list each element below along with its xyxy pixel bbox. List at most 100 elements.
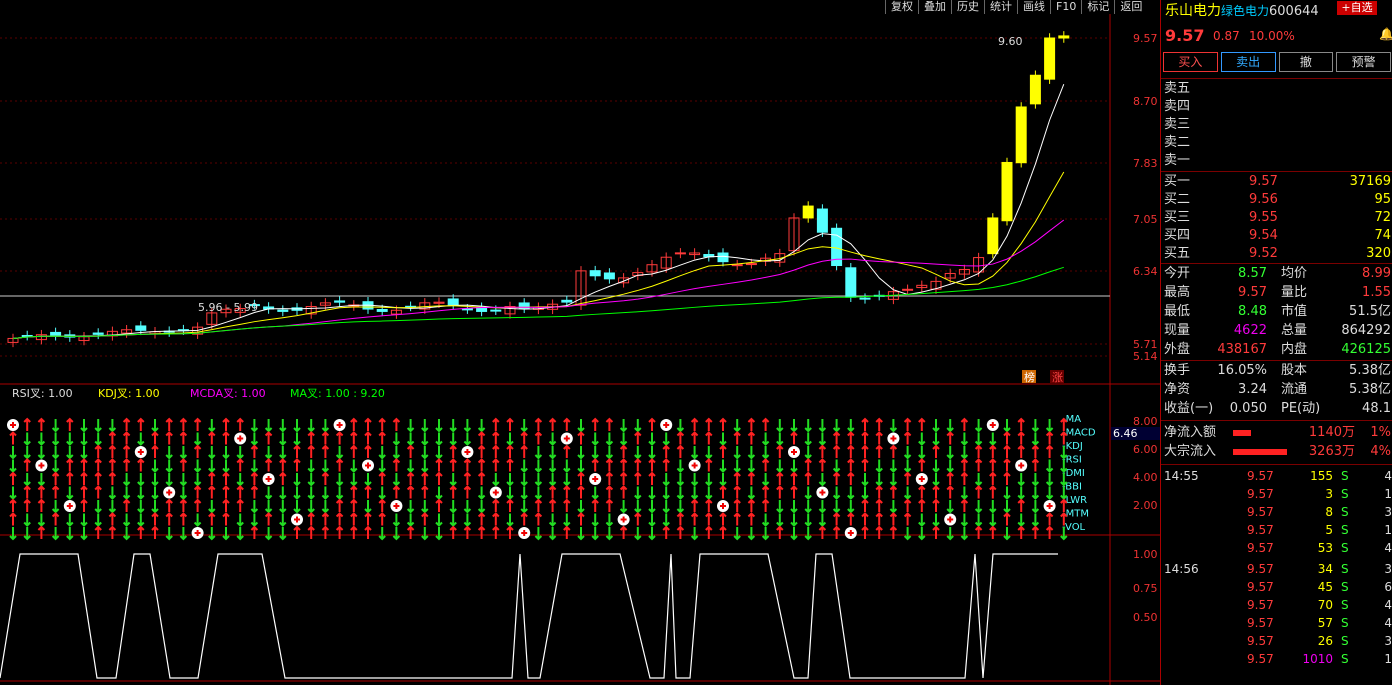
add-watchlist-button[interactable]: +自选 bbox=[1337, 1, 1377, 15]
alert-button[interactable]: 预警 bbox=[1336, 52, 1391, 72]
bid-row: 买三 9.55 72 bbox=[1161, 209, 1392, 227]
toolbar-button-6[interactable]: 标记 bbox=[1081, 0, 1115, 14]
candle-body bbox=[1015, 106, 1027, 164]
signal-up-arrow bbox=[37, 485, 46, 499]
signal-up-arrow bbox=[520, 512, 528, 526]
toolbar-button-4[interactable]: 画线 bbox=[1017, 0, 1050, 14]
signal-up-arrow bbox=[165, 498, 173, 512]
signal-up-arrow bbox=[903, 471, 912, 485]
signal-down-arrow bbox=[676, 473, 685, 487]
signal-down-arrow bbox=[137, 500, 145, 514]
signal-down-arrow bbox=[946, 419, 954, 433]
stat-value: 5.38亿 bbox=[1349, 363, 1391, 378]
sell-button[interactable]: 卖出 bbox=[1220, 52, 1276, 72]
tick-side: S bbox=[1341, 562, 1349, 576]
signal-down-arrow bbox=[406, 432, 415, 446]
signal-down-arrow bbox=[406, 419, 415, 433]
signal-down-arrow bbox=[520, 459, 528, 473]
signal-up-arrow bbox=[321, 444, 330, 458]
stat-label: 总量 bbox=[1281, 323, 1308, 338]
signal-up-arrow bbox=[279, 458, 287, 472]
flow-bar bbox=[1233, 430, 1251, 436]
signal-down-arrow bbox=[392, 513, 401, 527]
signal-down-arrow bbox=[179, 486, 188, 500]
signal-down-arrow bbox=[1003, 500, 1011, 514]
signal-up-arrow bbox=[492, 417, 500, 431]
signal-down-arrow bbox=[335, 473, 344, 487]
signal-down-arrow bbox=[250, 500, 259, 514]
signal-up-arrow bbox=[903, 431, 912, 445]
signal-down-arrow bbox=[293, 419, 301, 433]
toolbar-button-1[interactable]: 叠加 bbox=[918, 0, 951, 14]
signal-down-arrow bbox=[250, 432, 259, 446]
signal-up-arrow bbox=[918, 485, 926, 499]
candle-body bbox=[987, 217, 999, 255]
tick-volume: 34 bbox=[1317, 562, 1333, 576]
toolbar-button-5[interactable]: F10 bbox=[1050, 0, 1082, 14]
signal-down-arrow bbox=[676, 459, 685, 473]
tick-row: 9.57 1010 S 1 bbox=[1161, 650, 1392, 668]
signal-up-arrow bbox=[1017, 525, 1025, 539]
signal-down-arrow bbox=[903, 459, 912, 473]
signal-down-arrow bbox=[974, 419, 983, 433]
signal-down-arrow bbox=[832, 486, 841, 500]
price-axis-label: 7.05 bbox=[1133, 213, 1158, 226]
toolbar-button-3[interactable]: 统计 bbox=[984, 0, 1017, 14]
tick-side: S bbox=[1341, 634, 1349, 648]
signal-down-arrow bbox=[335, 486, 344, 500]
tick-side: S bbox=[1341, 523, 1349, 537]
tick-side: S bbox=[1341, 652, 1349, 666]
signal-up-arrow bbox=[818, 458, 827, 472]
toolbar-button-0[interactable]: 复权 bbox=[885, 0, 918, 14]
signal-up-arrow bbox=[378, 431, 386, 445]
toolbar-button-2[interactable]: 历史 bbox=[951, 0, 984, 14]
signal-up-arrow bbox=[918, 417, 926, 431]
stat-value: 51.5亿 bbox=[1349, 304, 1391, 319]
signal-up-arrow bbox=[932, 525, 940, 539]
signal-down-arrow bbox=[421, 500, 429, 514]
tick-side: S bbox=[1341, 598, 1349, 612]
stat-value: 16.05% bbox=[1217, 363, 1267, 378]
tick-row: 14:55 9.57 155 S 4 bbox=[1161, 467, 1392, 485]
signal-down-arrow bbox=[776, 432, 784, 446]
signal-down-arrow bbox=[80, 446, 88, 460]
signal-down-arrow bbox=[506, 473, 514, 487]
signal-down-arrow bbox=[577, 446, 585, 460]
signal-down-arrow bbox=[492, 473, 500, 487]
signal-up-arrow bbox=[690, 417, 699, 431]
signal-up-arrow bbox=[66, 458, 74, 472]
stat-label: 流通 bbox=[1281, 382, 1308, 397]
signal-down-arrow bbox=[421, 446, 429, 460]
signal-down-arrow bbox=[619, 432, 628, 446]
stat-row: 最低 8.48 市值 51.5亿 bbox=[1161, 303, 1392, 321]
kline-chart-area[interactable]: 9.578.707.837.056.345.715.149.605.96 - 5… bbox=[0, 0, 1160, 685]
candle-body bbox=[745, 263, 757, 266]
toolbar-button-7[interactable]: 返回 bbox=[1114, 0, 1148, 14]
tick-row: 9.57 8 S 3 bbox=[1161, 503, 1392, 521]
signal-down-arrow bbox=[690, 473, 699, 487]
signal-down-arrow bbox=[1031, 432, 1040, 446]
signal-down-arrow bbox=[619, 419, 628, 433]
signal-down-arrow bbox=[960, 527, 969, 541]
signal-down-arrow bbox=[321, 419, 330, 433]
signal-down-arrow bbox=[293, 500, 301, 514]
buy-button[interactable]: 买入 bbox=[1163, 52, 1218, 72]
cancel-order-button[interactable]: 撤 bbox=[1278, 52, 1334, 72]
signal-down-arrow bbox=[477, 486, 486, 500]
signal-up-arrow bbox=[421, 512, 429, 526]
ask-row: 卖一 bbox=[1161, 152, 1392, 170]
signal-up-arrow bbox=[165, 417, 173, 431]
tick-row: 9.57 70 S 4 bbox=[1161, 596, 1392, 614]
signal-down-arrow bbox=[378, 527, 386, 541]
signal-up-arrow bbox=[1031, 444, 1040, 458]
signal-down-arrow bbox=[974, 500, 983, 514]
stock-sector[interactable]: 绿色电力 bbox=[1221, 4, 1269, 18]
signal-up-arrow bbox=[66, 417, 74, 431]
signal-down-arrow bbox=[690, 446, 699, 460]
signal-down-arrow bbox=[37, 446, 46, 460]
signal-up-arrow bbox=[364, 417, 372, 431]
signal-up-arrow bbox=[705, 498, 713, 512]
signal-up-arrow bbox=[861, 525, 869, 539]
bell-icon[interactable]: 🔔 bbox=[1379, 27, 1392, 41]
signal-up-arrow bbox=[705, 431, 713, 445]
